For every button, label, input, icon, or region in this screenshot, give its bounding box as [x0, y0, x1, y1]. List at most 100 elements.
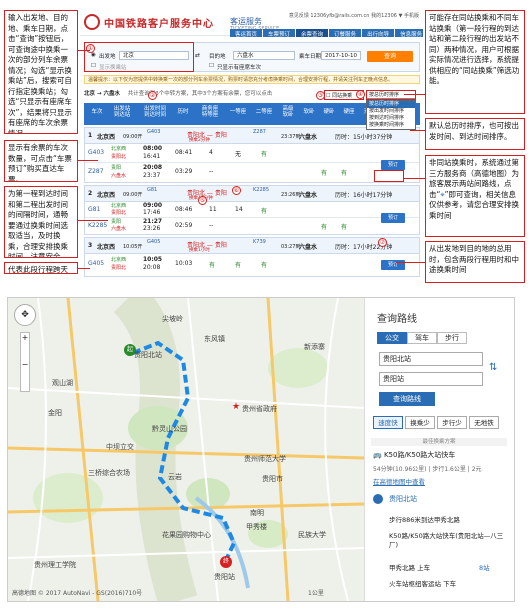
book-button[interactable]: 预订	[381, 160, 405, 170]
warm-tip: 温馨提示：以下仅为您提供中转换乘一次的部分列车余票情况，购票时请您充分考虑换乘时…	[84, 75, 420, 84]
from-input[interactable]: 贵阳北站	[379, 352, 483, 366]
plan-number: 1	[88, 132, 93, 139]
option-no-subway[interactable]: 无地铁	[469, 416, 499, 429]
th-hard: 硬卧	[323, 109, 335, 115]
panel-title: 查询路线	[377, 314, 417, 325]
seat-checkbox[interactable]: ☐	[209, 63, 214, 69]
marker-7: ⑦	[378, 238, 387, 247]
row-c2: 有	[235, 262, 242, 269]
table-row: G403 北京西 贵阳北 08:00 16:41 08:41 4 无 有	[85, 144, 419, 163]
view-map-link[interactable]: 在高德地图中查看	[373, 476, 425, 486]
plan-from: 北京西	[97, 134, 116, 141]
stop-count[interactable]: 8站	[479, 562, 490, 572]
map-view[interactable]: 起 终 ✥ + − ★ 贵阳北站 尖坡岭 新添寨 贵州省政府 黔灵山公园 中坝立交…	[8, 298, 364, 601]
row-t1: 21:27	[143, 218, 163, 225]
map-label: 黔灵山公园	[152, 425, 187, 433]
row-train[interactable]: G81	[88, 206, 100, 213]
nav-item-info[interactable]: 信息服务	[395, 29, 423, 38]
note-total-time: 从出发地到目的地的总用时，包含两段行程用时和中途换乘时间	[425, 241, 525, 283]
map-label: 甲秀楼	[246, 523, 267, 531]
th-duration: 历时	[177, 109, 189, 115]
plan-dep: 09:00开	[123, 134, 143, 140]
map-label: 贵州理工学院	[34, 561, 76, 569]
plan-train1[interactable]: G403	[147, 129, 160, 135]
zoom-control[interactable]: + −	[20, 332, 30, 392]
note-transfer-type: 可能存在同站换乘和不同车站换乘（第一段行程的到达站和第二段行程的出发站不同）两种…	[425, 10, 525, 114]
plan-number: 3	[88, 242, 93, 249]
th-deluxe: 高级 软卧	[282, 106, 294, 118]
row-t1: 08:00	[143, 145, 163, 152]
to-input[interactable]: 贵阳站	[379, 372, 483, 386]
row-c2: 有	[321, 224, 328, 231]
connector-line	[78, 160, 98, 161]
note-ticket-count: 显示有余票的车次数量，可点击“车票预订”购买直达车票。	[4, 140, 78, 182]
query-button[interactable]: 查询	[367, 51, 413, 62]
tab-walk[interactable]: 步行	[437, 332, 467, 344]
end-marker-icon[interactable]: 终	[220, 556, 232, 568]
row-st2: 六盘水	[111, 226, 127, 232]
row-train[interactable]: G405	[88, 260, 104, 267]
nav-item-meal[interactable]: 订餐服务	[329, 29, 362, 38]
top-links[interactable]: 意见反馈 12306yfb@rails.com.cn 我的12306 ▼ 手机版	[289, 12, 419, 19]
option-less-walk[interactable]: 步行少	[437, 416, 467, 429]
route-name[interactable]: 🚌 K50路/K50路大站快车	[373, 450, 455, 460]
th-soft: 软卧	[303, 109, 315, 115]
plan-dep: 09:00开	[123, 192, 143, 198]
sort-option[interactable]: 按出发时间排序	[367, 108, 415, 115]
row-c1: --	[209, 222, 214, 229]
plan-train1[interactable]: G81	[147, 187, 157, 193]
start-dot-icon	[373, 494, 383, 504]
sort-option[interactable]: 按换乘时间排序	[367, 122, 415, 129]
connector-line	[78, 50, 90, 51]
row-t1: 09:00	[143, 202, 163, 209]
row-c2: 14	[235, 206, 243, 213]
th-first: 一等座	[229, 109, 247, 115]
nav-item-booking[interactable]: 车票预订	[263, 29, 296, 38]
th-business: 商务座 特等座	[201, 106, 219, 118]
rail-logo	[84, 14, 100, 30]
plan-3: 3 北京西 10:05开 G405 贵阳北 — 贵阳 换乘1小时 K739 六盘…	[84, 237, 420, 277]
row-train[interactable]: G403	[88, 149, 104, 156]
map-label: 贵阳市	[262, 475, 283, 483]
tab-bus[interactable]: 公交	[377, 332, 407, 344]
date-field[interactable]: 2017-10-10	[321, 51, 361, 60]
plan-train2[interactable]: K2285	[253, 187, 269, 193]
map-screenshot: 起 终 ✥ + − ★ 贵阳北站 尖坡岭 新添寨 贵州省政府 黔灵山公园 中坝立交…	[7, 297, 515, 602]
plan-1: 1 北京西 09:00开 G403 贵阳北 — 贵阳 换乘2分钟 Z287 六盘…	[84, 127, 420, 183]
compass-icon[interactable]: ✥	[14, 304, 36, 326]
nav-item-guide[interactable]: 出行向导	[362, 29, 395, 38]
plan-total: 历时：15小时37分钟	[335, 134, 393, 141]
swap-icon[interactable]: ⇄	[195, 52, 200, 59]
map-label: 云岩	[168, 473, 182, 481]
book-button[interactable]: 预订	[381, 213, 405, 223]
option-fast[interactable]: 速度快	[373, 416, 403, 429]
table-row: K2285 贵阳 六盘水 21:27 23:26 02:59 -- 有 有	[85, 218, 419, 234]
plan-train1[interactable]: G405	[147, 239, 160, 245]
row-train[interactable]: K2285	[88, 222, 107, 229]
connector-line	[404, 178, 425, 179]
star-icon: ★	[232, 402, 241, 412]
main-nav: 客运首页 车票预订 余票查询 订餐服务 出行向导 信息服务	[230, 29, 423, 38]
nav-item-remaining[interactable]: 余票查询	[296, 29, 329, 38]
row-t2: 23:37	[143, 172, 161, 179]
plan-from: 北京西	[97, 244, 116, 251]
search-route-button[interactable]: 查询路线	[379, 392, 435, 406]
swap-icon[interactable]: ⇅	[489, 362, 497, 373]
to-field[interactable]: 六盘水	[233, 51, 295, 60]
plan-2: 2 北京西 09:00开 G81 贵阳北 — 贵阳 换乘40分钟 K2285 六…	[84, 185, 420, 235]
note-sort-order: 默认总历时排序，也可按出发时间、到达时间排序。	[425, 118, 525, 150]
route-meta: 54分钟(10.96公里) | 步行1.6公里 | 2元	[373, 466, 482, 473]
row-train[interactable]: Z287	[88, 168, 104, 175]
nav-item-home[interactable]: 客运首页	[230, 29, 263, 38]
tab-drive[interactable]: 驾车	[407, 332, 437, 344]
option-fewer-transfers[interactable]: 换乘少	[405, 416, 435, 429]
map-label: 观山湖	[52, 379, 73, 387]
plan-train2[interactable]: K739	[253, 239, 266, 245]
row-dur: 08:41	[175, 149, 193, 156]
plan-train2[interactable]: Z287	[253, 129, 266, 135]
seat-checkbox-label: 只显示有座席车次	[217, 65, 262, 71]
row-c1: 有	[209, 262, 216, 269]
sort-option[interactable]: 按到达时间排序	[367, 115, 415, 122]
row-c1: 11	[209, 206, 217, 213]
sort-option[interactable]: 按总历时排序	[367, 101, 415, 108]
